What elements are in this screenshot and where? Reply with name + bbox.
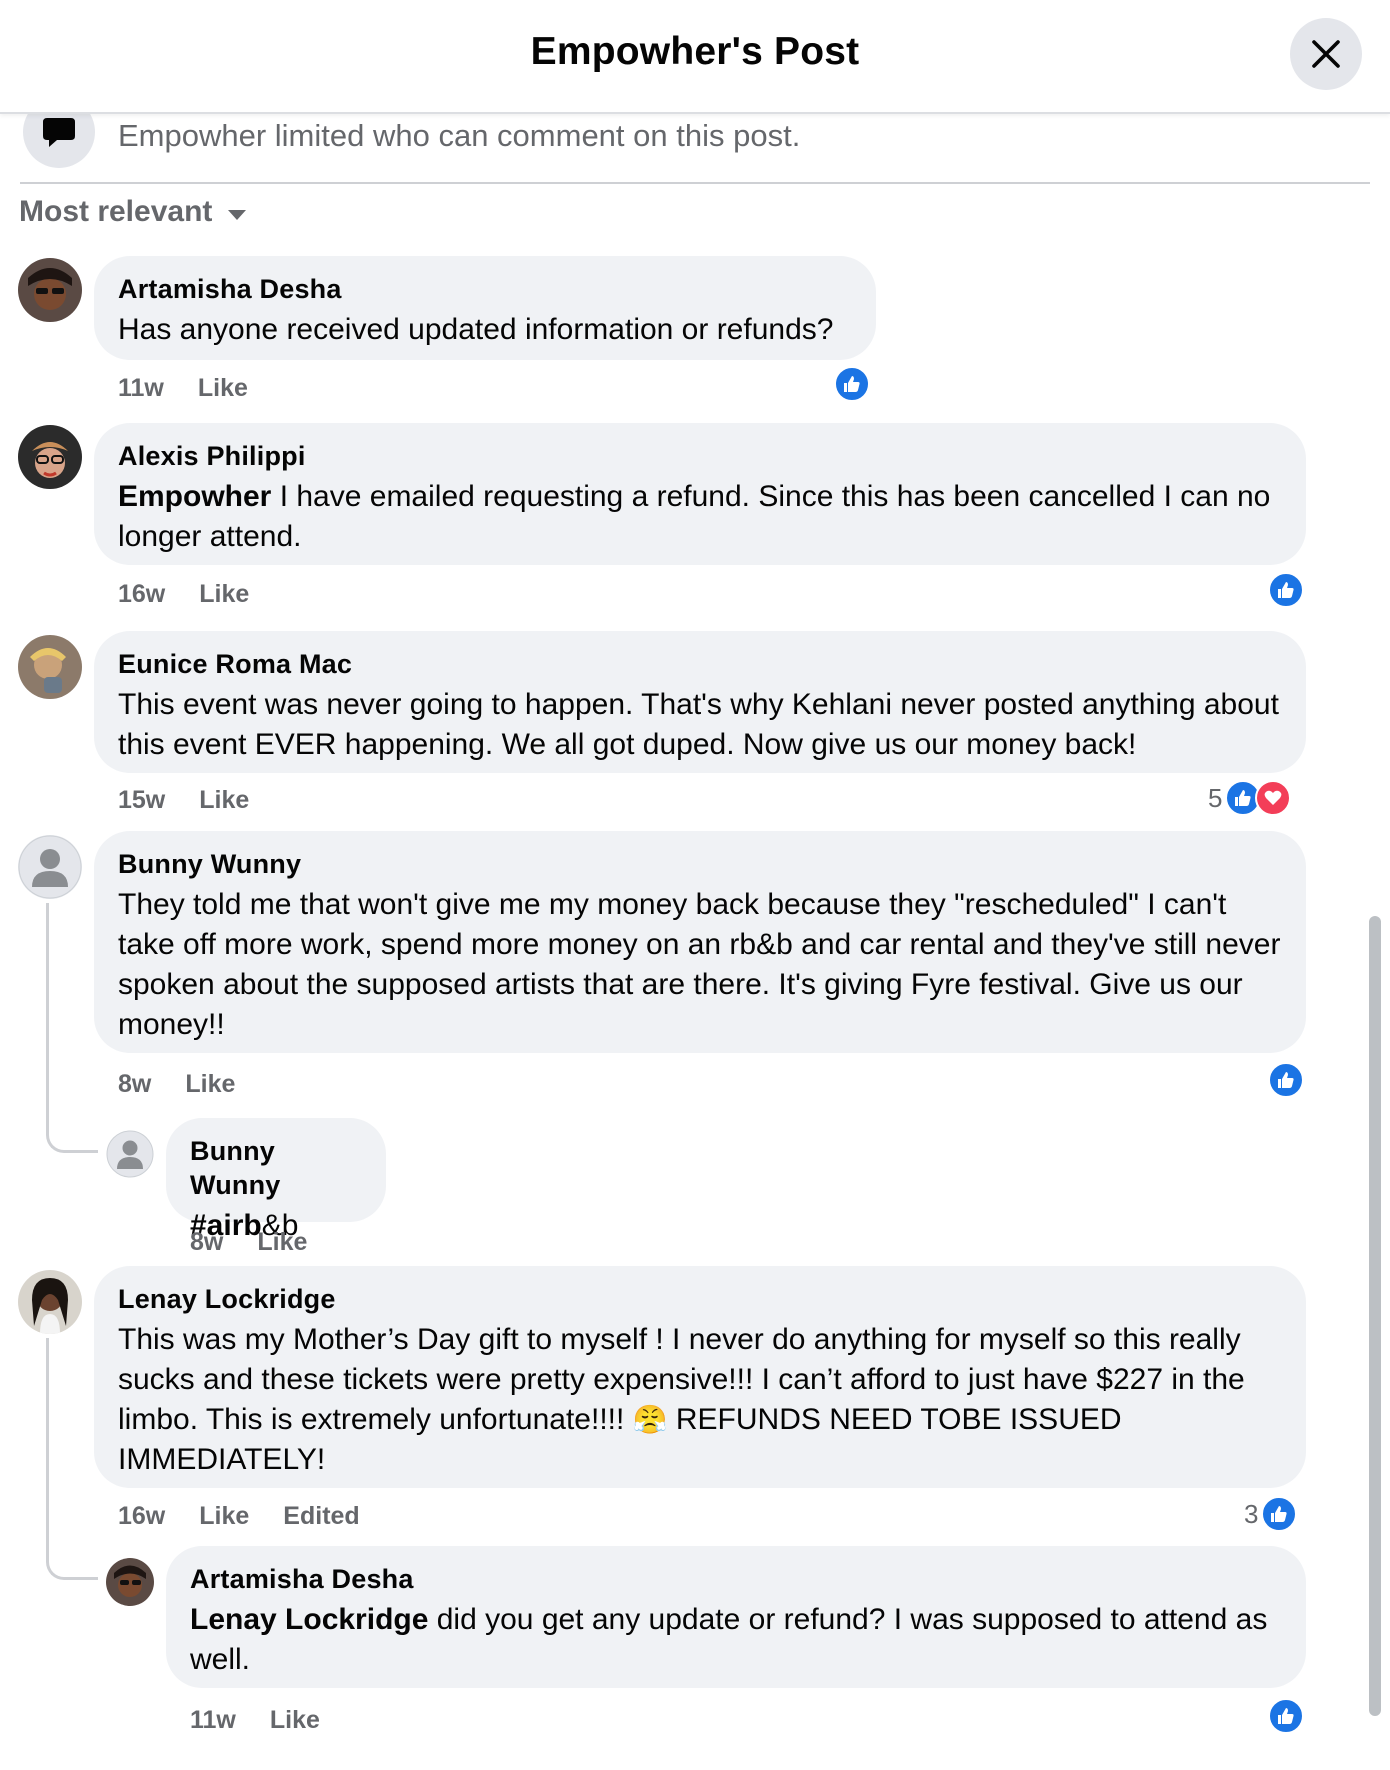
comment-limit-text: Empowher limited who can comment on this… bbox=[118, 118, 801, 153]
comment-bubble: Artamisha Desha Has anyone received upda… bbox=[94, 256, 876, 360]
close-button[interactable] bbox=[1290, 18, 1362, 90]
comment-time[interactable]: 11w bbox=[190, 1706, 236, 1735]
comment-author[interactable]: Bunny Wunny bbox=[190, 1134, 362, 1202]
post-title: Empowher's Post bbox=[530, 30, 860, 73]
thumbs-up-icon bbox=[1268, 572, 1304, 608]
reaction-summary[interactable] bbox=[1268, 1062, 1304, 1098]
reply-bubble: Bunny Wunny #airb&b bbox=[166, 1118, 386, 1242]
comment-time[interactable]: 16w bbox=[118, 1502, 165, 1531]
comment-actions: 11w Like bbox=[118, 374, 248, 403]
comment-actions: 15w Like bbox=[118, 786, 249, 815]
like-button[interactable]: Like bbox=[199, 1502, 249, 1531]
reaction-summary[interactable] bbox=[1268, 572, 1304, 608]
comment-time[interactable]: 8w bbox=[118, 1070, 151, 1099]
comment-author[interactable]: Eunice Roma Mac bbox=[118, 647, 1282, 681]
comment-text: This was my Mother’s Day gift to myself … bbox=[118, 1320, 1282, 1480]
comment-actions: 11w Like bbox=[190, 1706, 320, 1735]
thumbs-up-icon bbox=[1268, 1698, 1304, 1734]
reaction-summary[interactable] bbox=[834, 366, 870, 402]
reaction-summary[interactable]: 3 bbox=[1244, 1496, 1298, 1532]
comment-author[interactable]: Lenay Lockridge bbox=[118, 1282, 1282, 1316]
thumbs-up-icon bbox=[1261, 1496, 1298, 1532]
thumbs-up-icon bbox=[1268, 1062, 1304, 1098]
comment-actions: 16w Like Edited bbox=[118, 1502, 360, 1531]
comment-body: I have emailed requesting a refund. Sinc… bbox=[118, 480, 1271, 553]
avatar[interactable] bbox=[106, 1558, 154, 1606]
edited-label[interactable]: Edited bbox=[283, 1502, 359, 1531]
comment-text: Empowher I have emailed requesting a ref… bbox=[118, 477, 1282, 557]
comment-bubble: Lenay Lockridge This was my Mother’s Day… bbox=[94, 1266, 1306, 1488]
comment-time[interactable]: 8w bbox=[190, 1228, 223, 1257]
reaction-count: 5 bbox=[1208, 782, 1223, 813]
comment-text: They told me that won't give me my money… bbox=[118, 888, 1281, 1041]
scrollbar-thumb[interactable] bbox=[1369, 916, 1381, 1716]
reaction-count: 3 bbox=[1244, 1498, 1259, 1529]
reaction-summary[interactable] bbox=[1268, 1698, 1304, 1734]
comment-author[interactable]: Bunny Wunny bbox=[118, 847, 1282, 881]
comment-author[interactable]: Artamisha Desha bbox=[190, 1562, 1282, 1596]
avatar[interactable] bbox=[18, 425, 82, 489]
like-button[interactable]: Like bbox=[199, 786, 249, 815]
comment-time[interactable]: 15w bbox=[118, 786, 165, 815]
reaction-summary[interactable]: 5 bbox=[1208, 780, 1292, 816]
comment-text: This event was never going to happen. Th… bbox=[118, 688, 1279, 761]
comment-text: Has anyone received updated information … bbox=[118, 313, 834, 346]
reply-bubble: Artamisha Desha Lenay Lockridge did you … bbox=[166, 1546, 1306, 1688]
comment-bubble: Alexis Philippi Empowher I have emailed … bbox=[94, 423, 1306, 565]
avatar[interactable] bbox=[18, 835, 82, 899]
like-button[interactable]: Like bbox=[199, 580, 249, 609]
mention-link[interactable]: Empowher bbox=[118, 480, 271, 513]
reply-thread-line bbox=[46, 903, 98, 1153]
comment-text: Lenay Lockridge did you get any update o… bbox=[190, 1600, 1282, 1680]
mention-link[interactable]: Lenay Lockridge bbox=[190, 1603, 428, 1636]
like-button[interactable]: Like bbox=[270, 1706, 320, 1735]
reply-thread-line bbox=[46, 1338, 98, 1580]
like-button[interactable]: Like bbox=[198, 374, 248, 403]
caret-down-icon bbox=[228, 210, 247, 220]
comment-author[interactable]: Artamisha Desha bbox=[118, 272, 852, 306]
sort-dropdown[interactable]: Most relevant bbox=[19, 195, 247, 229]
comment-bubble: Bunny Wunny They told me that won't give… bbox=[94, 831, 1306, 1053]
default-user-icon bbox=[18, 835, 82, 899]
heart-icon bbox=[1255, 780, 1292, 816]
comment-bubble: Eunice Roma Mac This event was never goi… bbox=[94, 631, 1306, 773]
comment-time[interactable]: 16w bbox=[118, 580, 165, 609]
comment-actions: 8w Like bbox=[190, 1228, 307, 1257]
comment-actions: 8w Like bbox=[118, 1070, 235, 1099]
post-header: Empowher's Post bbox=[0, 0, 1390, 114]
comment-author[interactable]: Alexis Philippi bbox=[118, 439, 1282, 473]
thumbs-up-icon bbox=[834, 366, 870, 402]
avatar[interactable] bbox=[18, 1270, 82, 1334]
emoji-steam-face: 😤 bbox=[632, 1404, 668, 1435]
like-button[interactable]: Like bbox=[257, 1228, 307, 1257]
default-user-icon bbox=[106, 1130, 154, 1178]
close-icon bbox=[1312, 40, 1340, 68]
avatar[interactable] bbox=[106, 1130, 154, 1178]
avatar[interactable] bbox=[18, 258, 82, 322]
comment-actions: 16w Like bbox=[118, 580, 249, 609]
like-button[interactable]: Like bbox=[185, 1070, 235, 1099]
comment-time[interactable]: 11w bbox=[118, 374, 164, 403]
sort-label: Most relevant bbox=[19, 195, 213, 228]
avatar[interactable] bbox=[18, 635, 82, 699]
